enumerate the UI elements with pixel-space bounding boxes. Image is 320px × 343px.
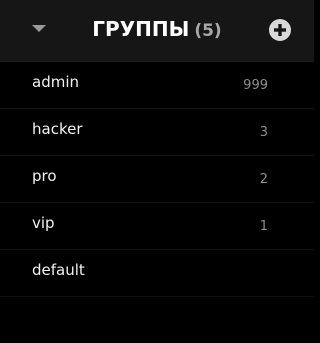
group-member-count: 3 xyxy=(259,125,268,140)
groups-list: admin 999 hacker 3 pro 2 vip 1 default xyxy=(0,62,314,297)
group-count-badge: (5) xyxy=(194,21,222,41)
group-member-count: 999 xyxy=(243,78,268,93)
groups-header: ГРУППЫ (5) xyxy=(0,0,314,62)
group-member-count: 2 xyxy=(259,172,268,187)
group-name: hacker xyxy=(32,120,83,138)
groups-panel: ГРУППЫ (5) admin 999 hacker 3 pro 2 vip 1 xyxy=(0,0,314,343)
panel-title: ГРУППЫ (5) xyxy=(0,17,314,41)
panel-title-text: ГРУППЫ xyxy=(92,17,190,41)
group-name: admin xyxy=(32,73,79,91)
group-member-count: 1 xyxy=(259,219,268,234)
plus-circle-icon xyxy=(269,19,291,41)
group-name: vip xyxy=(32,214,55,232)
group-row-hacker[interactable]: hacker 3 xyxy=(0,109,314,156)
group-row-pro[interactable]: pro 2 xyxy=(0,156,314,203)
add-group-button[interactable] xyxy=(268,18,292,42)
group-name: default xyxy=(32,261,85,279)
group-row-admin[interactable]: admin 999 xyxy=(0,62,314,109)
group-name: pro xyxy=(32,167,57,185)
group-row-default[interactable]: default xyxy=(0,250,314,297)
group-row-vip[interactable]: vip 1 xyxy=(0,203,314,250)
